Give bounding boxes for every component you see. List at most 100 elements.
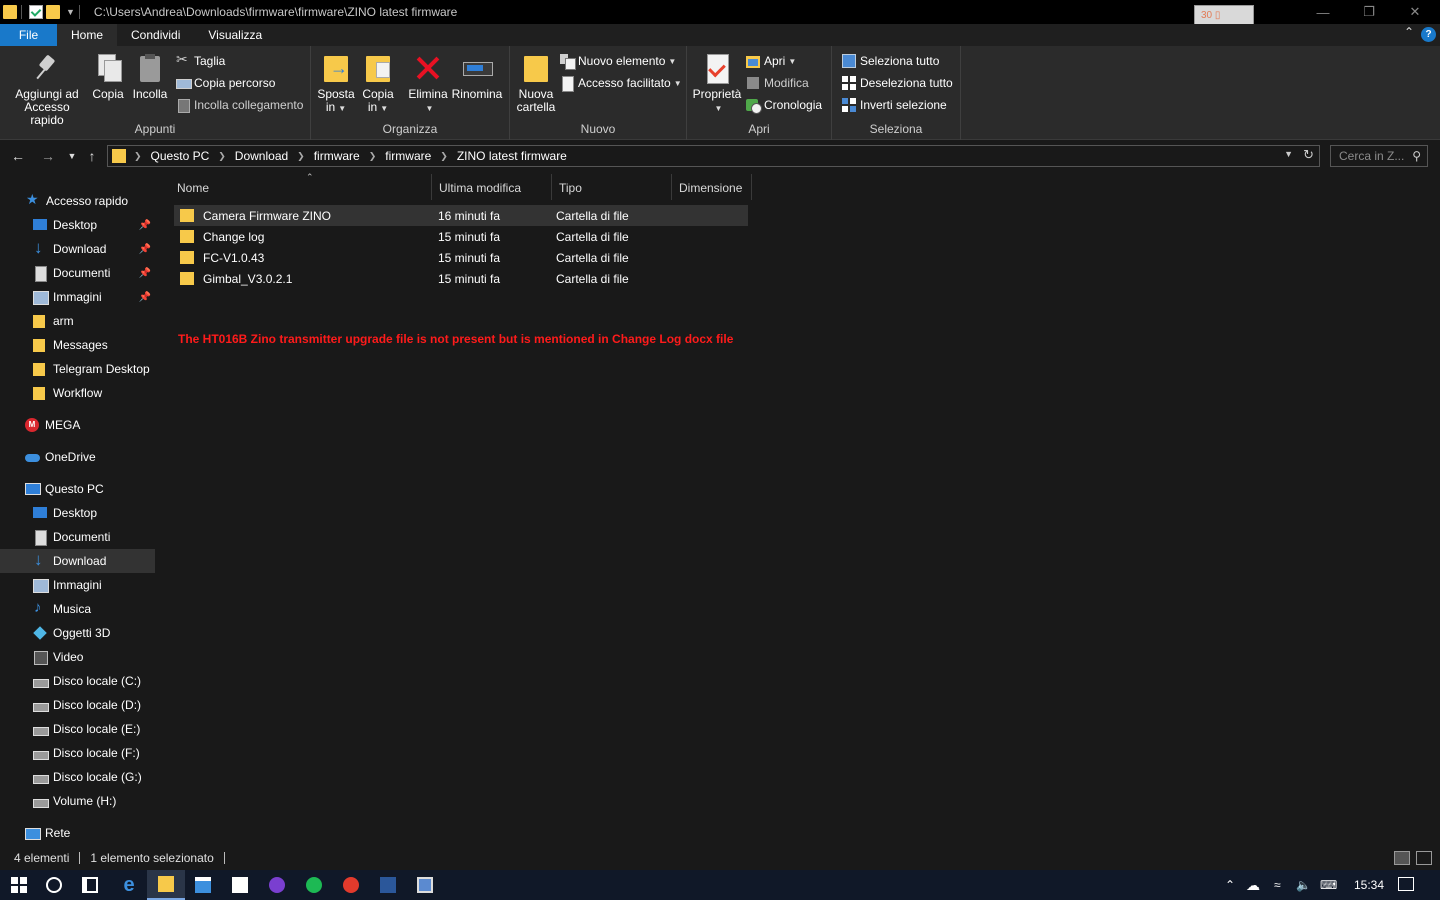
forward-arrow-icon[interactable]: → xyxy=(39,148,57,164)
history-button[interactable]: Cronologia xyxy=(746,95,822,115)
up-arrow-icon[interactable]: ↑ xyxy=(83,148,101,164)
close-button[interactable]: ✕ xyxy=(1392,0,1438,24)
large-icons-view-icon[interactable] xyxy=(1416,851,1432,865)
address-history-chevron-icon[interactable]: ▼ xyxy=(1284,149,1293,159)
sidebar-item-pc-download[interactable]: Download xyxy=(0,549,155,573)
sidebar-item-pc-video[interactable]: Video xyxy=(0,645,155,669)
taskbar-spotify[interactable] xyxy=(295,870,333,900)
minimize-button[interactable]: — xyxy=(1300,0,1346,24)
properties-button[interactable]: Proprietà ▼ xyxy=(691,52,743,115)
breadcrumb-firmware[interactable]: firmware xyxy=(314,149,360,163)
rename-button[interactable]: Rinomina xyxy=(451,52,503,101)
breadcrumb-separator-icon[interactable]: ❯ xyxy=(134,151,142,162)
show-hidden-icons-chevron-icon[interactable]: ⌃ xyxy=(1225,870,1235,900)
edit-button[interactable]: Modifica xyxy=(746,73,809,93)
select-none-button[interactable]: Deseleziona tutto xyxy=(842,73,953,93)
invert-selection-button[interactable]: Inverti selezione xyxy=(842,95,947,115)
sidebar-item-telegram[interactable]: Telegram Desktop xyxy=(0,357,155,381)
taskbar-edge[interactable]: e xyxy=(110,870,148,900)
sidebar-item-mega[interactable]: MEGA xyxy=(0,413,155,437)
tab-home[interactable]: Home xyxy=(57,24,118,46)
customize-toolbar-chevron-icon[interactable]: ▼ xyxy=(66,7,75,17)
sidebar-item-disk-c[interactable]: Disco locale (C:) xyxy=(0,669,155,693)
breadcrumb-firmware-sub[interactable]: firmware xyxy=(385,149,431,163)
sidebar-item-disk-f[interactable]: Disco locale (F:) xyxy=(0,741,155,765)
copy-to-button[interactable]: Copia in ▼ xyxy=(359,52,397,115)
sidebar-item-pc-desktop[interactable]: Desktop xyxy=(0,501,155,525)
new-folder-quick-icon[interactable] xyxy=(46,5,60,19)
table-row[interactable]: Gimbal_V3.0.2.1 15 minuti fa Cartella di… xyxy=(174,268,748,289)
open-button[interactable]: Apri ▼ xyxy=(746,51,796,71)
address-bar[interactable]: ❯ Questo PC ❯ Download ❯ firmware ❯ firm… xyxy=(107,145,1320,167)
sidebar-item-pc-documents[interactable]: Documenti xyxy=(0,525,155,549)
table-row[interactable]: FC-V1.0.43 15 minuti fa Cartella di file xyxy=(174,247,748,268)
sidebar-item-documents[interactable]: Documenti 📌 xyxy=(0,261,155,285)
taskbar-word[interactable] xyxy=(369,870,407,900)
breadcrumb-separator-icon[interactable]: ❯ xyxy=(440,151,448,162)
sidebar-item-workflow[interactable]: Workflow xyxy=(0,381,155,405)
taskbar-camera[interactable] xyxy=(406,870,444,900)
column-header-size[interactable]: Dimensione xyxy=(672,174,752,200)
search-icon[interactable]: ⚲ xyxy=(1412,149,1421,163)
breadcrumb-separator-icon[interactable]: ❯ xyxy=(218,151,226,162)
back-arrow-icon[interactable]: ← xyxy=(9,148,27,164)
sidebar-item-onedrive[interactable]: OneDrive xyxy=(0,445,155,469)
recent-locations-chevron-icon[interactable]: ▼ xyxy=(63,151,81,161)
sidebar-item-desktop[interactable]: Desktop 📌 xyxy=(0,213,155,237)
start-button[interactable] xyxy=(0,870,38,900)
collapse-ribbon-chevron-icon[interactable]: ⌃ xyxy=(1404,25,1414,39)
task-view-button[interactable] xyxy=(71,870,109,900)
easy-access-button[interactable]: Accesso facilitato ▼ xyxy=(560,73,682,93)
details-view-icon[interactable] xyxy=(1394,851,1410,865)
breadcrumb-current[interactable]: ZINO latest firmware xyxy=(457,149,567,163)
taskbar-app-red[interactable] xyxy=(332,870,370,900)
copy-button[interactable]: Copia xyxy=(90,52,126,101)
breadcrumb-this-pc[interactable]: Questo PC xyxy=(151,149,210,163)
sidebar-item-pc-pictures[interactable]: Immagini xyxy=(0,573,155,597)
clock[interactable]: 15:34 xyxy=(1354,878,1384,892)
pin-quick-access-button[interactable]: Aggiungi ad Accesso rapido xyxy=(6,52,88,127)
table-row[interactable]: Change log 15 minuti fa Cartella di file xyxy=(174,226,748,247)
taskbar-mail[interactable] xyxy=(221,870,259,900)
sidebar-item-disk-g[interactable]: Disco locale (G:) xyxy=(0,765,155,789)
tab-share[interactable]: Condividi xyxy=(117,24,194,46)
sidebar-item-disk-d[interactable]: Disco locale (D:) xyxy=(0,693,155,717)
paste-button[interactable]: Incolla xyxy=(131,52,169,101)
breadcrumb-separator-icon[interactable]: ❯ xyxy=(369,151,377,162)
taskbar-file-explorer[interactable] xyxy=(147,870,185,900)
copy-path-button[interactable]: Copia percorso xyxy=(176,73,275,93)
properties-quick-icon[interactable] xyxy=(29,5,43,19)
maximize-button[interactable]: ❐ xyxy=(1346,0,1392,24)
tab-file[interactable]: File xyxy=(0,24,57,46)
volume-icon[interactable]: 🔈 xyxy=(1296,870,1311,900)
refresh-icon[interactable]: ↻ xyxy=(1303,147,1314,163)
sidebar-item-arm[interactable]: arm xyxy=(0,309,155,333)
notification-icon[interactable] xyxy=(1398,877,1414,891)
cut-button[interactable]: Taglia xyxy=(176,51,225,71)
column-header-type[interactable]: Tipo xyxy=(552,174,672,200)
paste-link-button[interactable]: Incolla collegamento xyxy=(176,95,303,115)
taskbar-firefox[interactable] xyxy=(258,870,296,900)
wifi-icon[interactable]: ≈ xyxy=(1274,870,1281,900)
new-item-button[interactable]: Nuovo elemento ▼ xyxy=(560,51,676,71)
sidebar-item-download[interactable]: Download 📌 xyxy=(0,237,155,261)
sidebar-item-messages[interactable]: Messages xyxy=(0,333,155,357)
breadcrumb-separator-icon[interactable]: ❯ xyxy=(297,151,305,162)
sidebar-item-volume-h[interactable]: Volume (H:) xyxy=(0,789,155,813)
tab-view[interactable]: Visualizza xyxy=(194,24,276,46)
select-all-button[interactable]: Seleziona tutto xyxy=(842,51,939,71)
onedrive-tray-icon[interactable]: ☁ xyxy=(1246,870,1260,900)
sidebar-item-this-pc[interactable]: Questo PC xyxy=(0,477,155,501)
help-icon[interactable]: ? xyxy=(1421,27,1436,42)
taskbar-store[interactable] xyxy=(184,870,222,900)
sidebar-item-pictures[interactable]: Immagini 📌 xyxy=(0,285,155,309)
sidebar-item-pc-3d[interactable]: Oggetti 3D xyxy=(0,621,155,645)
sidebar-item-quick-access[interactable]: Accesso rapido xyxy=(0,189,155,213)
sidebar-item-disk-e[interactable]: Disco locale (E:) xyxy=(0,717,155,741)
table-row[interactable]: Camera Firmware ZINO 16 minuti fa Cartel… xyxy=(174,205,748,226)
sidebar-item-pc-music[interactable]: Musica xyxy=(0,597,155,621)
keyboard-icon[interactable]: ⌨ xyxy=(1320,870,1337,900)
search-input[interactable]: Cerca in Z... ⚲ xyxy=(1330,145,1428,167)
search-button[interactable] xyxy=(35,870,73,900)
column-header-modified[interactable]: Ultima modifica xyxy=(432,174,552,200)
